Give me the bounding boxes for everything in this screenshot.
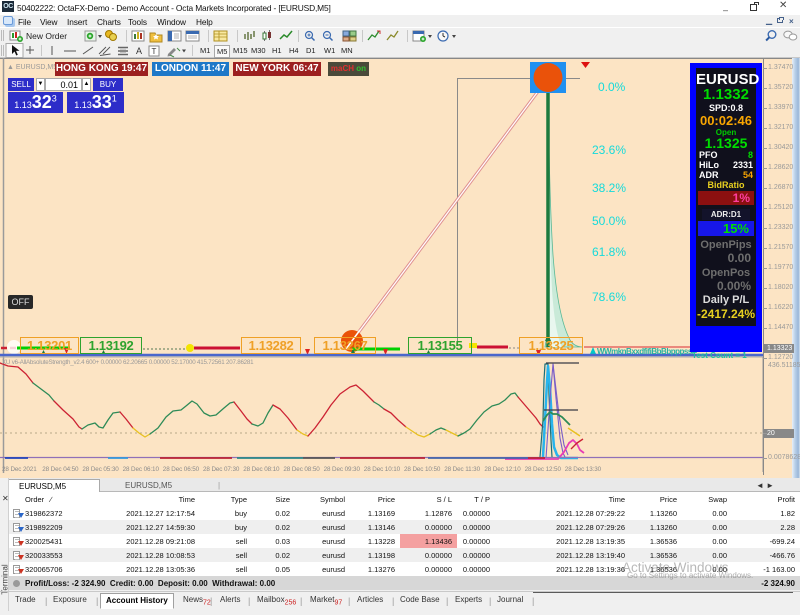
svg-text:A: A [136,46,142,56]
svg-text:T: T [152,47,157,56]
svg-text:New Order: New Order [26,31,67,41]
